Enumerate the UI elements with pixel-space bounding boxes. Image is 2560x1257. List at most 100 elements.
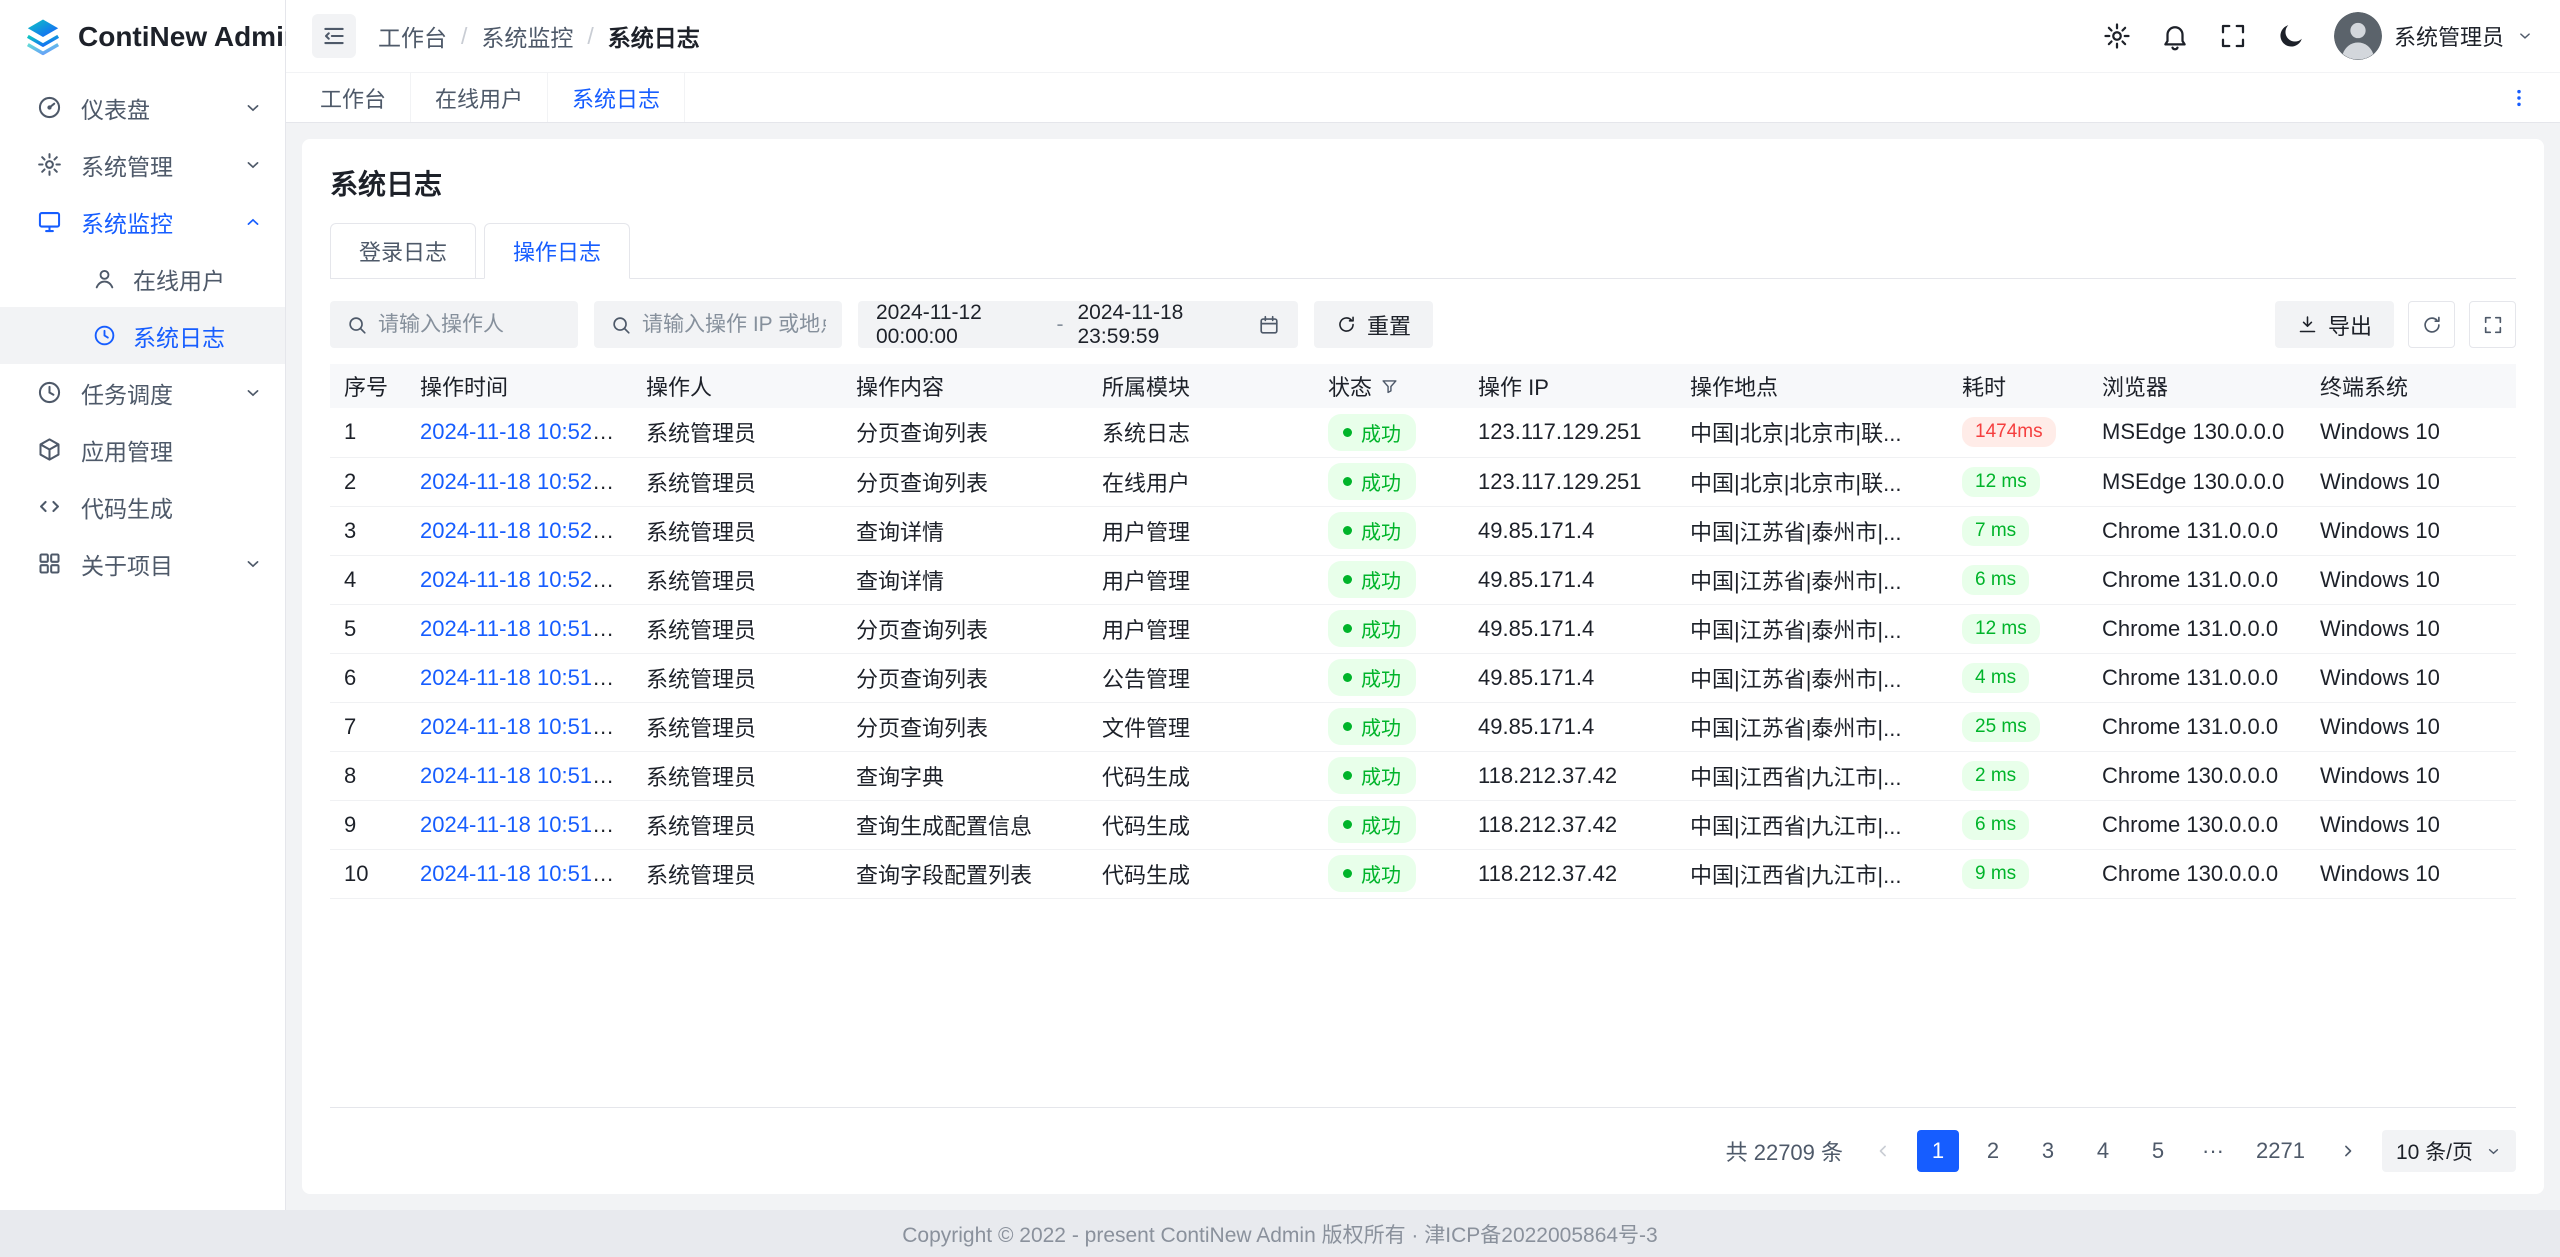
operator-search-input[interactable] [378, 313, 562, 337]
sidebar-item-system-monitor[interactable]: 系统监控 [0, 193, 285, 250]
cell-module: 代码生成 [1088, 800, 1314, 849]
fullscreen-button[interactable] [2218, 21, 2248, 51]
ip-search-input[interactable] [642, 313, 826, 337]
last-page-button[interactable]: 2271 [2247, 1130, 2314, 1172]
time-link[interactable]: 2024-11-18 10:51:53 [420, 665, 623, 690]
operator-search-field[interactable] [330, 301, 578, 348]
cell-content: 查询详情 [842, 506, 1088, 555]
sidebar-item-app-management[interactable]: 应用管理 [0, 421, 285, 478]
cell-location: 中国|北京|北京市|联... [1676, 457, 1948, 506]
page-button[interactable]: 2 [1972, 1130, 2014, 1172]
duration-badge: 4 ms [1962, 663, 2029, 693]
sidebar-item-dashboard[interactable]: 仪表盘 [0, 79, 285, 136]
cell-time: 2024-11-18 10:51:50 [406, 751, 632, 800]
table-row[interactable]: 10 2024-11-18 10:51:49 系统管理员 查询字段配置列表 代码… [330, 849, 2516, 898]
date-start-value: 2024-11-12 00:00:00 [876, 301, 1043, 349]
prev-page-button[interactable] [1862, 1130, 1904, 1172]
box-icon [36, 436, 63, 463]
refresh-button[interactable] [2408, 301, 2455, 348]
breadcrumb-item[interactable]: 系统监控 [481, 19, 573, 53]
col-ip: 操作 IP [1464, 364, 1676, 408]
cell-operator: 系统管理员 [632, 751, 842, 800]
page-button[interactable]: 4 [2082, 1130, 2124, 1172]
app-logo-icon [22, 16, 64, 58]
tab-operation-log[interactable]: 操作日志 [484, 223, 630, 279]
chevron-down-icon [243, 554, 263, 574]
cell-browser: Chrome 131.0.0.0 [2088, 506, 2306, 555]
time-link[interactable]: 2024-11-18 10:51:55 [420, 616, 623, 641]
breadcrumb-item[interactable]: 工作台 [378, 19, 447, 53]
cell-status: 成功 [1314, 408, 1464, 457]
tab-login-log[interactable]: 登录日志 [330, 223, 476, 279]
search-icon [346, 314, 368, 336]
status-badge: 成功 [1328, 855, 1416, 892]
settings-button[interactable] [2102, 21, 2132, 51]
cell-duration: 9 ms [1948, 849, 2088, 898]
sidebar-item-code-generation[interactable]: 代码生成 [0, 478, 285, 535]
table-fullscreen-button[interactable] [2469, 301, 2516, 348]
sidebar-item-label: 关于项目 [81, 547, 243, 581]
sidebar-item-system-management[interactable]: 系统管理 [0, 136, 285, 193]
bell-icon [2160, 21, 2190, 51]
pagination-ellipsis[interactable]: ··· [2192, 1130, 2234, 1172]
next-page-button[interactable] [2327, 1130, 2369, 1172]
sidebar-item-system-log[interactable]: 系统日志 [0, 307, 285, 364]
time-link[interactable]: 2024-11-18 10:52:47 [420, 469, 623, 494]
page-button[interactable]: 3 [2027, 1130, 2069, 1172]
sidebar-item-about-project[interactable]: 关于项目 [0, 535, 285, 592]
export-button[interactable]: 导出 [2275, 301, 2394, 348]
dark-mode-button[interactable] [2276, 21, 2306, 51]
table-row[interactable]: 7 2024-11-18 10:51:52 系统管理员 分页查询列表 文件管理 … [330, 702, 2516, 751]
cell-location: 中国|江西省|九江市|... [1676, 800, 1948, 849]
cell-location: 中国|北京|北京市|联... [1676, 408, 1948, 457]
sidebar-item-online-users[interactable]: 在线用户 [0, 250, 285, 307]
reset-label: 重置 [1367, 309, 1411, 341]
table-row[interactable]: 9 2024-11-18 10:51:49 系统管理员 查询生成配置信息 代码生… [330, 800, 2516, 849]
cell-os: Windows 10 [2306, 702, 2516, 751]
tab-online-users[interactable]: 在线用户 [411, 73, 548, 122]
tab-system-log[interactable]: 系统日志 [548, 73, 685, 122]
cell-time: 2024-11-18 10:51:49 [406, 849, 632, 898]
time-link[interactable]: 2024-11-18 10:51:49 [420, 812, 623, 837]
cell-content: 分页查询列表 [842, 702, 1088, 751]
time-link[interactable]: 2024-11-18 10:52:05 [420, 567, 623, 592]
table-row[interactable]: 6 2024-11-18 10:51:53 系统管理员 分页查询列表 公告管理 … [330, 653, 2516, 702]
tab-more-button[interactable] [2504, 83, 2534, 113]
date-range-picker[interactable]: 2024-11-12 00:00:00 - 2024-11-18 23:59:5… [858, 301, 1298, 348]
table-row[interactable]: 4 2024-11-18 10:52:05 系统管理员 查询详情 用户管理 成功… [330, 555, 2516, 604]
cell-duration: 6 ms [1948, 800, 2088, 849]
cell-duration: 6 ms [1948, 555, 2088, 604]
reset-button[interactable]: 重置 [1314, 301, 1433, 348]
table-row[interactable]: 1 2024-11-18 10:52:55 系统管理员 分页查询列表 系统日志 … [330, 408, 2516, 457]
sidebar-collapse-button[interactable] [312, 14, 356, 58]
page-button[interactable]: 1 [1917, 1130, 1959, 1172]
status-dot-icon [1343, 575, 1352, 584]
sidebar-item-task-schedule[interactable]: 任务调度 [0, 364, 285, 421]
cell-os: Windows 10 [2306, 653, 2516, 702]
log-table-body: 1 2024-11-18 10:52:55 系统管理员 分页查询列表 系统日志 … [330, 408, 2516, 898]
page-button[interactable]: 5 [2137, 1130, 2179, 1172]
cell-status: 成功 [1314, 800, 1464, 849]
table-row[interactable]: 8 2024-11-18 10:51:50 系统管理员 查询字典 代码生成 成功… [330, 751, 2516, 800]
time-link[interactable]: 2024-11-18 10:52:12 [420, 518, 623, 543]
page-size-select[interactable]: 10 条/页 [2382, 1130, 2516, 1172]
cell-location: 中国|江西省|九江市|... [1676, 849, 1948, 898]
time-link[interactable]: 2024-11-18 10:52:55 [420, 419, 623, 444]
cell-duration: 25 ms [1948, 702, 2088, 751]
time-link[interactable]: 2024-11-18 10:51:52 [420, 714, 623, 739]
tab-workbench[interactable]: 工作台 [312, 73, 411, 122]
time-link[interactable]: 2024-11-18 10:51:49 [420, 861, 623, 886]
user-menu[interactable]: 系统管理员 [2334, 12, 2534, 60]
gear-icon [2102, 21, 2132, 51]
table-row[interactable]: 2 2024-11-18 10:52:47 系统管理员 分页查询列表 在线用户 … [330, 457, 2516, 506]
footer: Copyright © 2022 - present ContiNew Admi… [0, 1210, 2560, 1257]
time-link[interactable]: 2024-11-18 10:51:50 [420, 763, 623, 788]
cell-location: 中国|江苏省|泰州市|... [1676, 702, 1948, 751]
ip-search-field[interactable] [594, 301, 842, 348]
notifications-button[interactable] [2160, 21, 2190, 51]
filter-funnel-icon[interactable] [1380, 377, 1399, 396]
cell-browser: Chrome 130.0.0.0 [2088, 849, 2306, 898]
logo[interactable]: ContiNew Admin [0, 0, 285, 73]
table-row[interactable]: 3 2024-11-18 10:52:12 系统管理员 查询详情 用户管理 成功… [330, 506, 2516, 555]
table-row[interactable]: 5 2024-11-18 10:51:55 系统管理员 分页查询列表 用户管理 … [330, 604, 2516, 653]
